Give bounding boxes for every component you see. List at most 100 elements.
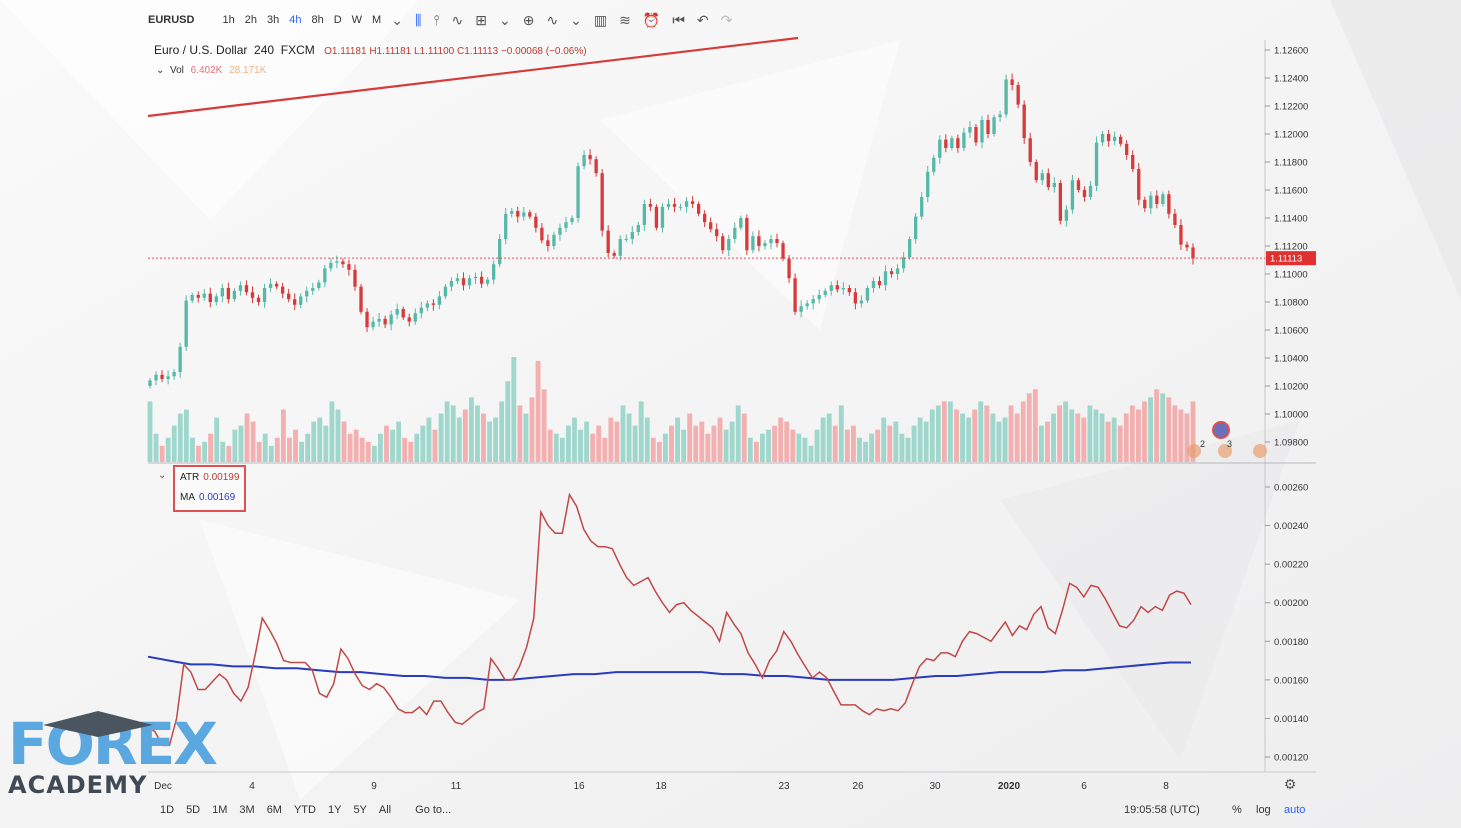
volume-bar <box>711 425 717 462</box>
settings-gear-icon[interactable]: ⚙ <box>1284 777 1297 793</box>
volume-bar <box>565 425 571 462</box>
interval-w[interactable]: W <box>352 14 362 26</box>
volume-bar <box>517 405 523 462</box>
auto-toggle[interactable]: auto <box>1284 804 1305 816</box>
candle-body <box>877 281 882 286</box>
chart-type-icon[interactable]: ⊞ <box>475 12 487 29</box>
range-1d[interactable]: 1D <box>160 804 174 816</box>
interval-1h[interactable]: 1h <box>222 14 234 26</box>
indicators-dropdown-icon[interactable]: ⌄ <box>570 12 582 29</box>
legend-low: L1.11100 <box>414 46 455 57</box>
goto-button[interactable]: Go to... <box>415 804 451 816</box>
candle-body <box>1022 104 1026 139</box>
candle-body <box>473 276 478 279</box>
replay-icon[interactable]: ⏮ <box>672 12 685 29</box>
interval-m[interactable]: M <box>372 14 381 26</box>
collapse-chevron-icon[interactable]: ⌄ <box>156 65 164 76</box>
candle-body <box>612 253 616 256</box>
candle-body <box>950 138 954 148</box>
volume-bar <box>814 429 820 462</box>
volume-bar <box>681 429 687 462</box>
candle-body <box>395 309 399 315</box>
interval-2h[interactable]: 2h <box>245 14 257 26</box>
undo-icon[interactable]: ↶ <box>697 12 709 29</box>
forex-academy-logo: FOREX ACADEMY <box>8 711 218 799</box>
compare-add-icon[interactable]: ⊕ <box>523 12 535 29</box>
symbol-search-button[interactable]: EURUSD <box>148 14 194 26</box>
volume-bar <box>1038 425 1044 462</box>
range-6m[interactable]: 6M <box>267 804 282 816</box>
alert-icon[interactable]: ⏰ <box>643 12 660 29</box>
time-tick-label: 8 <box>1163 781 1169 792</box>
redo-icon[interactable]: ↷ <box>721 12 733 29</box>
interval-dropdown-icon[interactable]: ⌄ <box>391 12 403 29</box>
candle-body <box>570 218 574 223</box>
candle-body <box>250 292 255 298</box>
candle-body <box>1028 138 1032 162</box>
candle-body <box>196 295 200 298</box>
candle-body <box>600 173 604 231</box>
candle-body <box>268 283 273 288</box>
atr-collapse-chevron-icon[interactable]: ⌄ <box>158 470 166 481</box>
volume-bar <box>1045 421 1050 462</box>
svg-text:3: 3 <box>1227 439 1232 449</box>
candle-body <box>437 296 442 305</box>
volume-bar <box>614 421 620 462</box>
range-5d[interactable]: 5D <box>186 804 200 816</box>
volume-bar <box>402 437 408 462</box>
atr-tick-label: 0.00180 <box>1274 637 1308 648</box>
volume-bar <box>638 401 644 462</box>
candle-body <box>926 171 930 197</box>
candle-body <box>763 243 767 246</box>
range-all[interactable]: All <box>379 804 391 816</box>
volume-bar <box>820 417 826 462</box>
volume-bar <box>941 401 947 462</box>
range-3m[interactable]: 3M <box>239 804 254 816</box>
event-icon[interactable] <box>1212 421 1230 439</box>
chart-type-dropdown-icon[interactable]: ⌄ <box>499 12 511 29</box>
volume-bar <box>396 421 402 462</box>
range-5y[interactable]: 5Y <box>353 804 366 816</box>
line-style-icon[interactable]: ∿ <box>452 12 464 29</box>
volume-bar <box>784 421 790 462</box>
candle-body <box>660 206 665 228</box>
volume-bar <box>917 417 923 462</box>
candle-body <box>811 299 815 304</box>
clock-timezone[interactable]: 19:05:58 (UTC) <box>1124 804 1200 816</box>
event-icon[interactable] <box>1253 444 1267 458</box>
log-toggle[interactable]: log <box>1256 804 1271 816</box>
candle-body <box>745 218 749 251</box>
interval-d[interactable]: D <box>334 14 342 26</box>
interval-3h[interactable]: 3h <box>267 14 279 26</box>
chart-canvas[interactable]: 1.12600 1.12400 1.12200 1.12000 1.11800 1.116… <box>0 0 1461 828</box>
templates-icon[interactable]: ≋ <box>619 12 631 29</box>
indicators-icon[interactable]: ∿ <box>546 12 558 29</box>
range-1m[interactable]: 1M <box>212 804 227 816</box>
candle-style-icon[interactable]: ⫼ <box>415 12 421 29</box>
volume-bar <box>687 413 693 462</box>
time-tick-label: 23 <box>778 781 790 792</box>
legend-interval: 240 <box>254 43 275 57</box>
financials-icon[interactable]: ▥ <box>594 12 607 29</box>
volume-bar <box>553 433 559 462</box>
volume-bar <box>1117 425 1123 462</box>
range-ytd[interactable]: YTD <box>294 804 316 816</box>
price-tick-label: 1.09800 <box>1274 438 1308 449</box>
candle-body <box>938 139 942 158</box>
interval-4h[interactable]: 4h <box>289 14 301 26</box>
volume-bar <box>790 429 796 462</box>
range-1y[interactable]: 1Y <box>328 804 341 816</box>
candle-body <box>823 290 827 295</box>
volume-bar <box>408 441 414 462</box>
legend-change: −0.00068 (−0.06%) <box>500 46 587 57</box>
percent-toggle[interactable]: % <box>1232 804 1242 816</box>
volume-bar <box>705 433 711 462</box>
volume-bar <box>626 413 632 462</box>
event-icon[interactable] <box>1187 444 1201 458</box>
bar-style-icon[interactable]: ⫯ <box>433 12 439 29</box>
interval-8h[interactable]: 8h <box>311 14 323 26</box>
volume-bar <box>984 405 990 462</box>
price-tick-label: 1.12400 <box>1274 74 1308 85</box>
volume-bar <box>996 421 1002 462</box>
volume-bar <box>935 405 941 462</box>
